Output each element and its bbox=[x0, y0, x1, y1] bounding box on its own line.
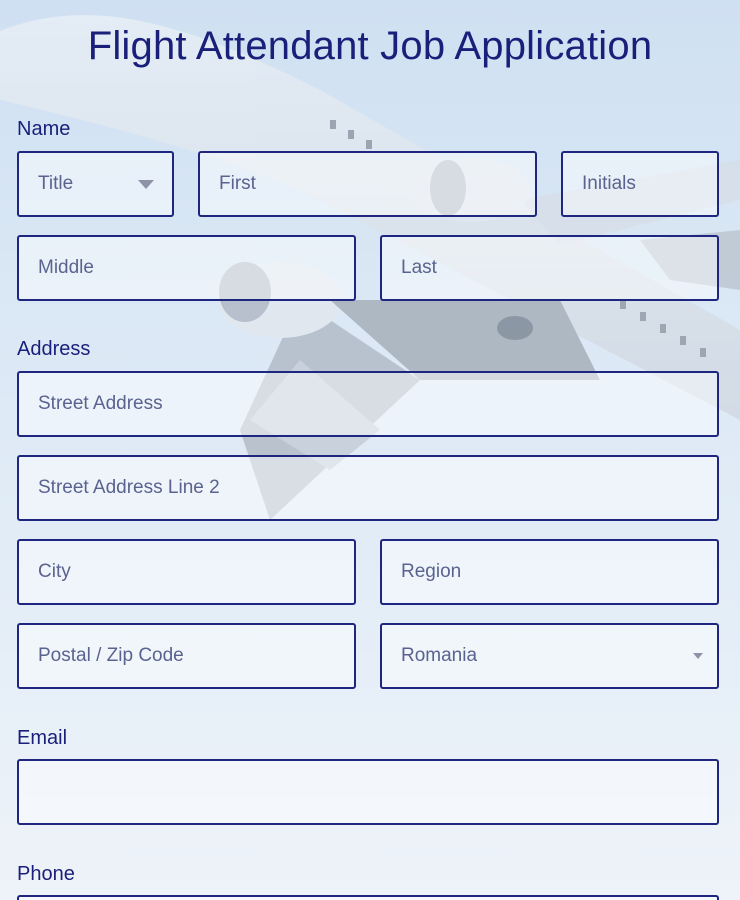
street-address-placeholder: Street Address bbox=[38, 393, 163, 414]
first-name-field[interactable]: First bbox=[198, 151, 537, 217]
street-address-line2-placeholder: Street Address Line 2 bbox=[38, 477, 220, 498]
page-title: Flight Attendant Job Application bbox=[87, 24, 653, 68]
name-title-select[interactable]: Title bbox=[17, 151, 174, 217]
region-field[interactable]: Region bbox=[380, 539, 719, 605]
street-address-line2-field[interactable]: Street Address Line 2 bbox=[17, 455, 719, 521]
first-name-placeholder: First bbox=[219, 173, 256, 194]
last-name-placeholder: Last bbox=[401, 257, 437, 278]
last-name-field[interactable]: Last bbox=[380, 235, 719, 301]
country-select-value: Romania bbox=[401, 645, 478, 666]
name-title-select-value: Title bbox=[38, 173, 74, 194]
email-field[interactable] bbox=[17, 759, 719, 825]
initials-field[interactable]: Initials bbox=[561, 151, 719, 217]
postal-code-field[interactable]: Postal / Zip Code bbox=[17, 623, 356, 689]
address-label: Address bbox=[17, 338, 91, 360]
chevron-down-icon bbox=[138, 180, 154, 189]
region-placeholder: Region bbox=[401, 561, 462, 582]
name-label: Name bbox=[17, 118, 71, 140]
city-field[interactable]: City bbox=[17, 539, 356, 605]
country-select[interactable]: Romania bbox=[380, 623, 719, 689]
email-label: Email bbox=[17, 727, 68, 749]
chevron-down-icon bbox=[693, 653, 703, 659]
city-placeholder: City bbox=[38, 561, 71, 582]
middle-name-field[interactable]: Middle bbox=[17, 235, 356, 301]
initials-placeholder: Initials bbox=[582, 173, 636, 194]
application-form: Flight Attendant Job Application Name Ti… bbox=[0, 0, 740, 900]
postal-code-placeholder: Postal / Zip Code bbox=[38, 645, 184, 666]
street-address-field[interactable]: Street Address bbox=[17, 371, 719, 437]
phone-label: Phone bbox=[17, 863, 75, 885]
middle-name-placeholder: Middle bbox=[38, 257, 94, 278]
phone-field[interactable] bbox=[17, 895, 719, 900]
